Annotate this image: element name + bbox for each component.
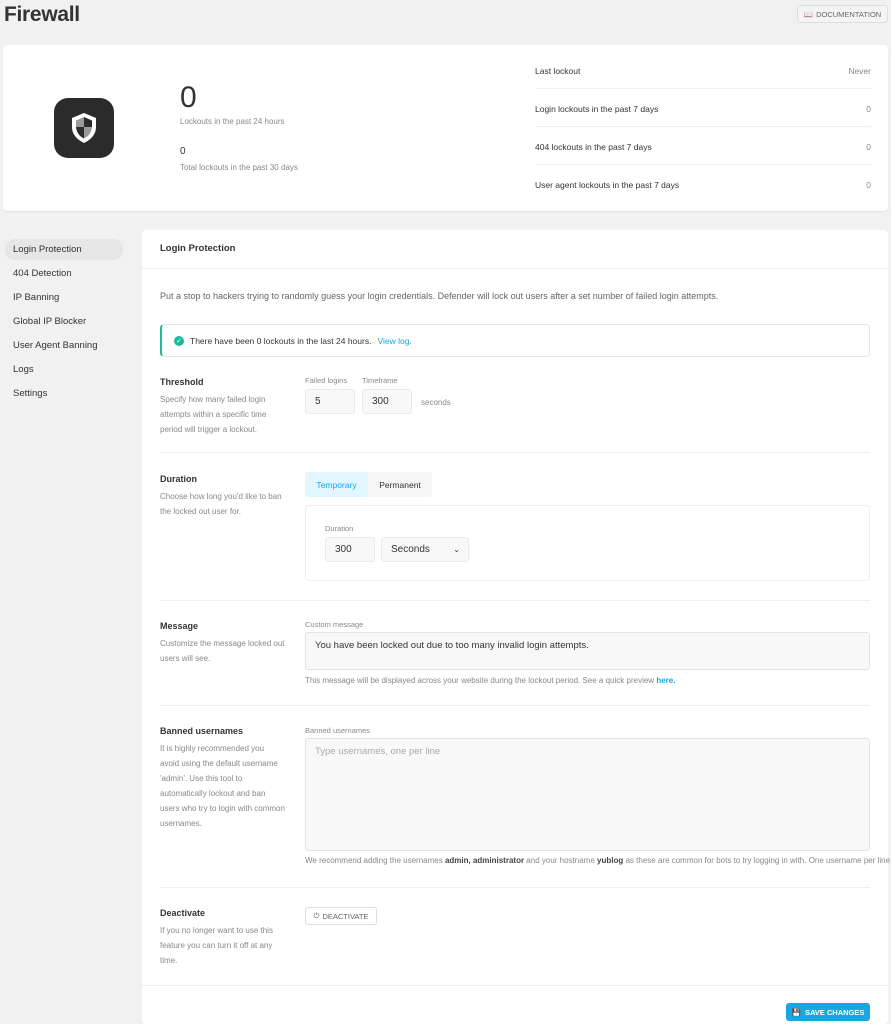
threshold-description: Specify how many failed login attempts w… <box>160 395 267 434</box>
check-circle-icon: ✓ <box>174 335 184 346</box>
custom-message-label: Custom message <box>305 620 364 629</box>
main-panel: Login Protection Put a stop to hackers t… <box>142 230 891 1024</box>
banned-usernames-textarea[interactable]: Type usernames, one per line <box>305 738 870 851</box>
timeframe-input[interactable]: 300 <box>362 389 412 414</box>
sidebar-item-ip-banning[interactable]: IP Banning <box>5 287 123 308</box>
stat-row: Last lockout Never <box>535 66 871 89</box>
preview-link[interactable]: here. <box>656 676 675 685</box>
deactivate-description: If you no longer want to use this featur… <box>160 926 273 965</box>
shield-icon <box>54 98 114 158</box>
page-title: Firewall <box>4 3 80 26</box>
section-description: Put a stop to hackers trying to randomly… <box>160 291 719 301</box>
failed-logins-label: Failed logins <box>305 376 348 385</box>
book-icon: 📖 <box>803 9 814 19</box>
duration-unit-select[interactable]: Seconds ⌄ <box>381 537 469 562</box>
message-title: Message <box>160 621 199 631</box>
stat-row: User agent lockouts in the past 7 days 0 <box>535 180 871 190</box>
banned-usernames-description: It is highly recommended you avoid using… <box>160 744 285 828</box>
duration-tabs: Temporary Permanent <box>305 472 432 497</box>
summary-card: 0 Lockouts in the past 24 hours 0 Total … <box>3 45 888 211</box>
sidebar-item-settings[interactable]: Settings <box>5 383 123 404</box>
custom-message-textarea[interactable]: You have been locked out due to too many… <box>305 632 870 670</box>
tab-temporary[interactable]: Temporary <box>305 472 368 497</box>
lockouts-24h-label: Lockouts in the past 24 hours <box>180 117 285 126</box>
duration-title: Duration <box>160 474 197 484</box>
timeframe-unit: seconds <box>421 398 451 407</box>
failed-logins-input[interactable]: 5 <box>305 389 355 414</box>
message-description: Customize the message locked out users w… <box>160 639 285 663</box>
save-icon: 💾 <box>791 1007 801 1017</box>
chevron-down-icon: ⌄ <box>453 545 460 554</box>
banned-usernames-label: Banned usernames <box>305 726 371 735</box>
sidebar-item-login-protection[interactable]: Login Protection <box>5 239 123 260</box>
banned-usernames-title: Banned usernames <box>160 726 244 736</box>
documentation-button[interactable]: 📖 DOCUMENTATION <box>797 5 888 23</box>
timeframe-label: Timeframe <box>362 376 398 385</box>
view-log-link[interactable]: View log. <box>377 336 411 346</box>
duration-label: Duration <box>325 524 354 533</box>
duration-description: Choose how long you'd like to ban the lo… <box>160 492 282 516</box>
lockout-notice: ✓ There have been 0 lockouts in the last… <box>160 324 870 357</box>
message-help: This message will be displayed across yo… <box>305 676 676 685</box>
deactivate-button[interactable]: ⏻ DEACTIVATE <box>305 907 377 925</box>
banned-usernames-help: We recommend adding the usernames admin,… <box>305 856 891 865</box>
stat-row: 404 lockouts in the past 7 days 0 <box>535 142 871 165</box>
power-icon: ⏻ <box>313 911 320 920</box>
lockouts-30d-value: 0 <box>180 146 186 157</box>
lockouts-24h-value: 0 <box>180 81 197 114</box>
save-changes-button[interactable]: 💾 SAVE CHANGES <box>786 1003 870 1021</box>
lockouts-30d-label: Total lockouts in the past 30 days <box>180 163 298 172</box>
sidebar-item-global-ip-blocker[interactable]: Global IP Blocker <box>5 311 123 332</box>
sidebar-item-logs[interactable]: Logs <box>5 359 123 380</box>
threshold-title: Threshold <box>160 377 204 387</box>
tab-permanent[interactable]: Permanent <box>368 472 432 497</box>
deactivate-title: Deactivate <box>160 908 206 918</box>
duration-input[interactable]: 300 <box>325 537 375 562</box>
sidebar-item-user-agent-banning[interactable]: User Agent Banning <box>5 335 123 356</box>
sidebar-item-404-detection[interactable]: 404 Detection <box>5 263 123 284</box>
section-title: Login Protection <box>160 243 236 254</box>
stat-row: Login lockouts in the past 7 days 0 <box>535 104 871 127</box>
